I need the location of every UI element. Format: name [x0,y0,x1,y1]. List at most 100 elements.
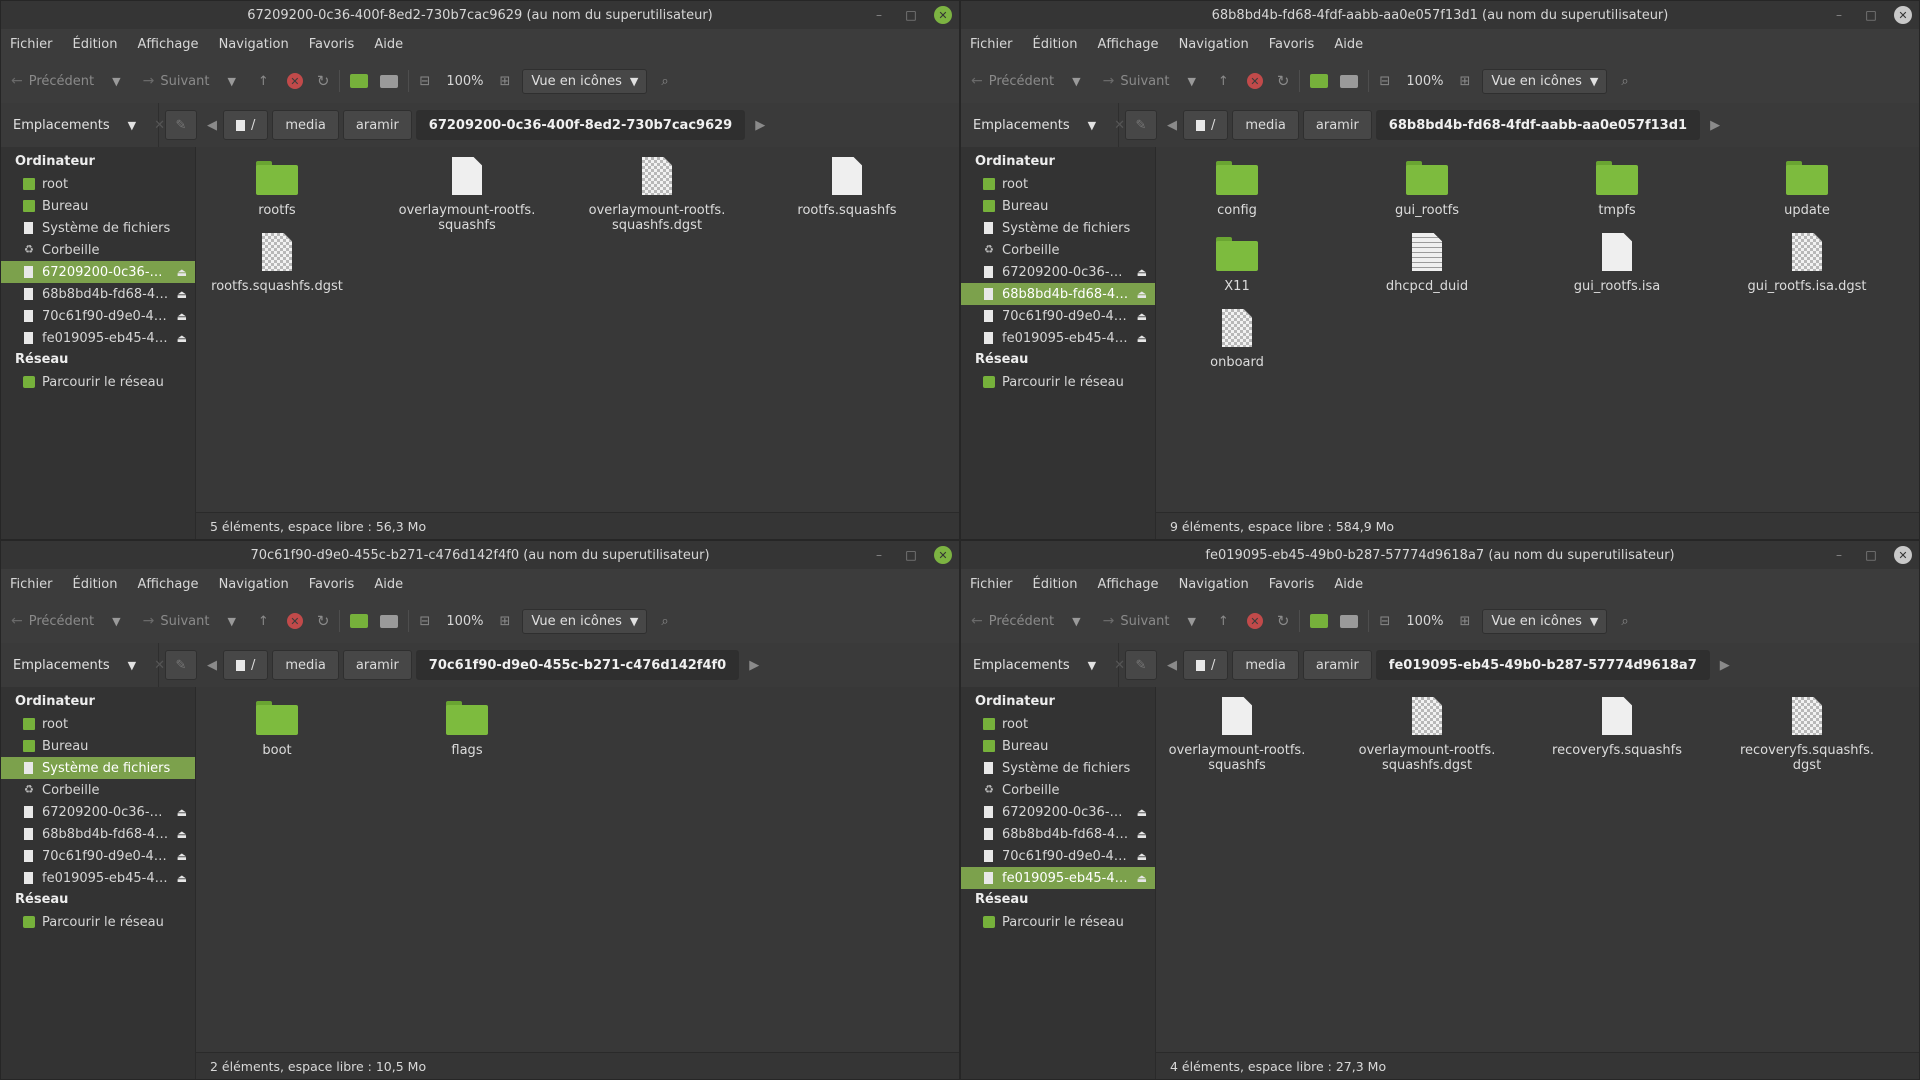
folder-item[interactable]: rootfs [202,155,352,218]
sidebar-item-drive[interactable]: 67209200-0c36-40… ⏏ [1,801,195,823]
reload-icon[interactable]: ↻ [317,72,330,90]
folder-item[interactable]: X11 [1162,231,1312,294]
maximize-icon[interactable]: □ [895,548,927,562]
home-folder-icon[interactable] [1310,74,1329,88]
menu-item[interactable]: Affichage [1097,37,1158,52]
file-item[interactable]: recoveryfs.squashfs [1542,695,1692,758]
reload-icon[interactable]: ↻ [317,612,330,630]
stop-icon[interactable]: ✕ [286,73,303,89]
eject-icon[interactable]: ⏏ [177,310,187,323]
sidebar-item-root[interactable]: root [961,173,1155,195]
sidebar-item-drive[interactable]: 67209200-0c36-40… ⏏ [961,801,1155,823]
menu-item[interactable]: Édition [1033,37,1078,52]
menu-item[interactable]: Navigation [1179,37,1249,52]
arrow-up-icon[interactable]: ↑ [258,614,269,629]
maximize-icon[interactable]: □ [895,8,927,22]
sidebar-item-browse-network[interactable]: Parcourir le réseau [961,911,1155,933]
sidebar-item-root[interactable]: root [961,713,1155,735]
sidebar-item-desktop[interactable]: Bureau [1,195,195,217]
sidebar-item-drive[interactable]: fe019095-eb45-49… ⏏ [961,327,1155,349]
file-item[interactable]: onboard [1162,307,1312,370]
crumb-current[interactable]: 67209200-0c36-400f-8ed2-730b7cac9629 [415,110,746,140]
zoom-out-icon[interactable]: ⊟ [1379,614,1390,629]
zoom-in-icon[interactable]: ⊞ [1459,614,1470,629]
crumb-current[interactable]: fe019095-eb45-49b0-b287-57774d9618a7 [1375,650,1710,680]
close-button[interactable]: ✕ [1894,546,1912,564]
menu-item[interactable]: Favoris [309,37,355,52]
menu-item[interactable]: Aide [374,37,403,52]
sidebar-item-drive[interactable]: 68b8bd4b-fd68-4fd… ⏏ [961,283,1155,305]
chevron-down-icon[interactable]: ▼ [1187,615,1195,628]
chevron-down-icon[interactable]: ▼ [1072,75,1080,88]
menu-item[interactable]: Affichage [137,37,198,52]
search-icon[interactable]: ⌕ [1621,74,1628,89]
search-icon[interactable]: ⌕ [1621,614,1628,629]
crumb-media[interactable]: media [1232,650,1299,680]
sidebar-item-filesystem[interactable]: Système de fichiers [961,217,1155,239]
sidebar-item-filesystem[interactable]: Système de fichiers [1,757,195,779]
crumb-media[interactable]: media [272,650,339,680]
minimize-icon[interactable]: – [863,8,895,22]
chevron-left-icon[interactable]: ◀ [201,658,223,673]
window-titlebar[interactable]: 67209200-0c36-400f-8ed2-730b7cac9629 (au… [1,1,959,29]
close-button[interactable]: ✕ [1894,6,1912,24]
sidebar-item-drive[interactable]: 68b8bd4b-fd68-4fd… ⏏ [1,823,195,845]
sidebar-item-drive[interactable]: 70c61f90-d9e0-455… ⏏ [961,305,1155,327]
back-button[interactable]: ← Précédent ▼ [971,613,1081,629]
forward-button[interactable]: → Suivant ▼ [1103,613,1196,629]
menu-item[interactable]: Édition [73,577,118,592]
eject-icon[interactable]: ⏏ [177,806,187,819]
file-item[interactable]: recoveryfs.squashfs. dgst [1732,695,1882,773]
crumb-root[interactable]: / [223,110,269,140]
eject-icon[interactable]: ⏏ [1137,288,1147,301]
file-item[interactable]: gui_rootfs.isa.dgst [1732,231,1882,294]
eject-icon[interactable]: ⏏ [177,266,187,279]
eject-icon[interactable]: ⏏ [1137,332,1147,345]
crumb-root[interactable]: / [223,650,269,680]
window-titlebar[interactable]: 70c61f90-d9e0-455c-b271-c476d142f4f0 (au… [1,541,959,569]
forward-button[interactable]: → Suivant ▼ [1103,73,1196,89]
sidebar-item-drive[interactable]: 70c61f90-d9e0-455… ⏏ [961,845,1155,867]
reload-icon[interactable]: ↻ [1277,612,1290,630]
menu-item[interactable]: Aide [1334,577,1363,592]
view-mode-select[interactable]: Vue en icônes ▼ [522,608,648,634]
eject-icon[interactable]: ⏏ [1137,806,1147,819]
file-view[interactable]: boot flags [196,687,959,1079]
file-item[interactable]: overlaymount-rootfs. squashfs [1162,695,1312,773]
folder-item[interactable]: config [1162,155,1312,218]
menu-item[interactable]: Affichage [1097,577,1158,592]
minimize-icon[interactable]: – [1823,8,1855,22]
folder-item[interactable]: gui_rootfs [1352,155,1502,218]
sidebar-item-drive[interactable]: 70c61f90-d9e0-455… ⏏ [1,305,195,327]
chevron-right-icon[interactable]: ▶ [749,118,771,133]
computer-icon[interactable] [380,614,399,628]
sidebar-item-drive[interactable]: 70c61f90-d9e0-455… ⏏ [1,845,195,867]
sidebar-item-drive[interactable]: 67209200-0c36-40… ⏏ [961,261,1155,283]
file-item[interactable]: overlaymount-rootfs. squashfs [392,155,542,233]
menu-item[interactable]: Édition [73,37,118,52]
folder-item[interactable]: update [1732,155,1882,218]
menu-item[interactable]: Navigation [219,37,289,52]
eject-icon[interactable]: ⏏ [177,828,187,841]
menu-item[interactable]: Favoris [309,577,355,592]
file-item[interactable]: gui_rootfs.isa [1542,231,1692,294]
sidebar-item-desktop[interactable]: Bureau [961,735,1155,757]
crumb-media[interactable]: media [1232,110,1299,140]
file-item[interactable]: rootfs.squashfs.dgst [202,231,352,294]
menu-item[interactable]: Fichier [970,37,1013,52]
chevron-down-icon[interactable]: ▼ [112,615,120,628]
chevron-right-icon[interactable]: ▶ [1714,658,1736,673]
crumb-user[interactable]: aramir [1302,650,1372,680]
zoom-in-icon[interactable]: ⊞ [499,614,510,629]
file-view[interactable]: overlaymount-rootfs. squashfs overlaymoun… [1156,687,1919,1079]
edit-path-icon[interactable]: ✎ [1125,110,1157,140]
edit-path-icon[interactable]: ✎ [165,110,197,140]
zoom-out-icon[interactable]: ⊟ [419,614,430,629]
file-item[interactable]: rootfs.squashfs [772,155,922,218]
crumb-media[interactable]: media [272,110,339,140]
chevron-down-icon[interactable]: ▼ [227,615,235,628]
sidebar-item-drive[interactable]: 67209200-0c36-40… ⏏ [1,261,195,283]
view-mode-select[interactable]: Vue en icônes ▼ [522,68,648,94]
forward-button[interactable]: → Suivant ▼ [143,73,236,89]
maximize-icon[interactable]: □ [1855,548,1887,562]
